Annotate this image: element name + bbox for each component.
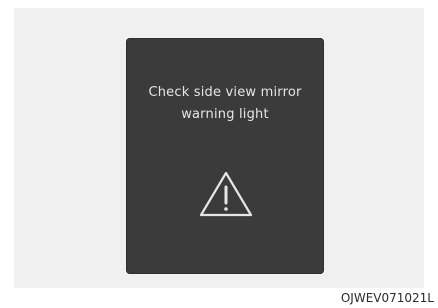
warning-message-line-2: warning light: [181, 107, 269, 122]
warning-triangle-icon: [198, 169, 254, 219]
warning-message-line-1: Check side view mirror: [148, 85, 302, 100]
warning-message: Check side view mirror warning light: [126, 82, 324, 126]
figure-code: OJWEV071021L: [340, 291, 434, 305]
cluster-warning-display: Check side view mirror warning light: [126, 38, 324, 274]
